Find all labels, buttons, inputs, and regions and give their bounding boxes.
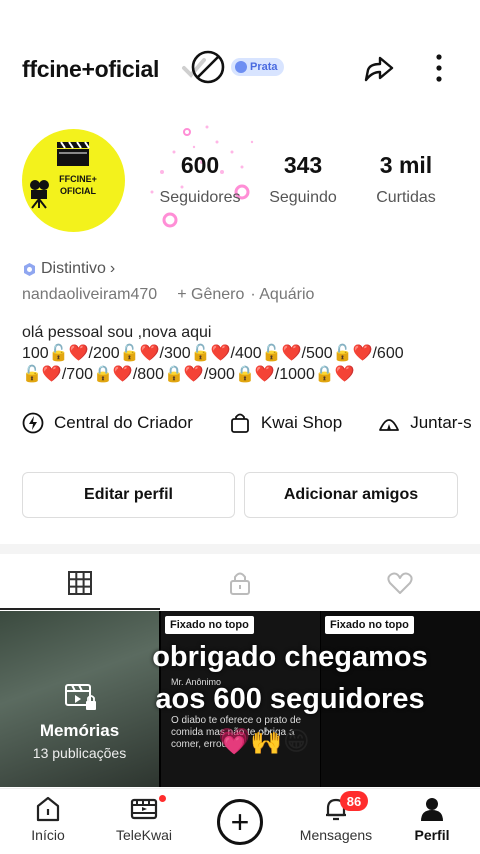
badge-label: Prata (250, 61, 278, 73)
pinned-video-tile[interactable]: Fixado no topo (321, 611, 480, 787)
zodiac-sign: · Aquário (250, 286, 315, 303)
nav-telekwai-label: TeleKwai (115, 827, 173, 843)
user-handle: nandaoliveiram470 (22, 286, 158, 303)
chevron-right-icon: › (109, 260, 116, 277)
messages-count-badge: 86 (340, 791, 368, 811)
add-friends-button[interactable]: Adicionar amigos (244, 472, 458, 518)
distintivo-link[interactable]: Distintivo › (22, 260, 115, 278)
following-label: Seguindo (269, 189, 337, 206)
nav-messages[interactable]: Mensagens (288, 795, 384, 843)
creator-center-link[interactable]: Central do Criador (22, 408, 193, 438)
section-divider (0, 544, 480, 554)
bio-line: 100🔓❤️/200🔓❤️/300🔓❤️/400🔓❤️/500🔓❤️/600 (22, 345, 404, 362)
nav-home[interactable]: Início (0, 795, 96, 843)
camera-icon (30, 180, 49, 209)
pinned-badge: Fixado no topo (165, 616, 254, 634)
film-icon (130, 798, 158, 820)
pinned-badge: Fixado no topo (325, 616, 414, 634)
grid-icon (68, 571, 92, 595)
quick-links: Central do Criador Kwai Shop Juntar-s (22, 408, 480, 438)
nav-messages-label: Mensagens (299, 827, 373, 843)
profile-info-row: nandaoliveiram470 + Gênero · Aquário (22, 286, 314, 304)
nav-profile-label: Perfil (414, 827, 450, 843)
followers-count: 600 (180, 152, 220, 178)
memories-icon (65, 684, 96, 710)
kwai-shop-label: Kwai Shop (260, 413, 343, 432)
join-label: Juntar-s (410, 413, 472, 432)
tab-private[interactable] (160, 556, 320, 610)
distintivo-label: Distintivo (41, 260, 106, 277)
plus-icon: + (230, 804, 250, 840)
following-count: 343 (283, 152, 323, 178)
creator-center-label: Central do Criador (54, 413, 193, 432)
video-caption: O diabo te oferece o prato de comida mas… (171, 715, 302, 750)
tent-icon (379, 419, 400, 431)
memories-title: Memórias (39, 721, 120, 740)
username: ffcine+oficial (22, 56, 160, 82)
home-icon (36, 796, 60, 822)
memories-tile[interactable]: Memórias 13 publicações (0, 611, 159, 787)
content-tabs (0, 556, 480, 610)
nav-home-label: Início (31, 827, 65, 843)
bottom-navigation: Início TeleKwai + Mensagens 86 Perfil (0, 788, 480, 854)
shopping-bag-icon (231, 413, 249, 433)
more-options-icon[interactable] (428, 52, 450, 84)
share-icon[interactable] (362, 52, 396, 86)
likes-count: 3 mil (379, 152, 433, 178)
gender-button[interactable]: + Gênero (177, 286, 244, 304)
followers-label: Seguidores (159, 189, 241, 206)
bio-line: 🔓❤️/700🔒❤️/800🔒❤️/900🔒❤️/1000🔒❤️ (22, 366, 355, 383)
edit-profile-button[interactable]: Editar perfil (22, 472, 235, 518)
bio-line: olá pessoal sou ,nova aqui (22, 324, 212, 341)
profile-header: ffcine+oficial Prata (0, 40, 480, 96)
memories-count: 13 publicações (32, 745, 127, 761)
followers-stat[interactable]: 600 Seguidores (150, 152, 250, 207)
lightning-icon (22, 412, 44, 434)
clapperboard-icon (57, 141, 90, 166)
following-stat[interactable]: 343 Seguindo (253, 152, 353, 207)
pinned-video-tile[interactable]: Fixado no topo Mr. Anônimo O diabo te of… (161, 611, 320, 787)
prohibited-icon[interactable] (190, 49, 226, 85)
create-button[interactable]: + (217, 799, 263, 845)
heart-icon (387, 572, 413, 594)
tab-liked[interactable] (320, 556, 480, 610)
lock-icon (230, 572, 250, 595)
likes-stat[interactable]: 3 mil Curtidas (356, 152, 456, 207)
video-author: Mr. Anônimo (171, 677, 222, 687)
badge-icon (235, 61, 247, 73)
nav-profile[interactable]: Perfil (384, 795, 480, 843)
bio-text: olá pessoal sou ,nova aqui 100🔓❤️/200🔓❤️… (22, 322, 462, 385)
active-tab-indicator (0, 608, 160, 610)
avatar-text: FFCINE+ OFICIAL (59, 174, 97, 196)
notification-dot (159, 795, 166, 802)
level-badge[interactable]: Prata (231, 58, 284, 76)
nav-telekwai[interactable]: TeleKwai (96, 795, 192, 843)
hexagon-icon (24, 262, 35, 276)
kwai-shop-link[interactable]: Kwai Shop (229, 408, 342, 438)
likes-label: Curtidas (376, 189, 436, 206)
avatar[interactable]: FFCINE+ OFICIAL (22, 129, 125, 232)
person-icon (421, 798, 443, 821)
tab-posts-grid[interactable] (0, 556, 160, 610)
posts-grid: Memórias 13 publicações Fixado no topo M… (0, 611, 480, 787)
join-link[interactable]: Juntar-s (378, 408, 472, 438)
